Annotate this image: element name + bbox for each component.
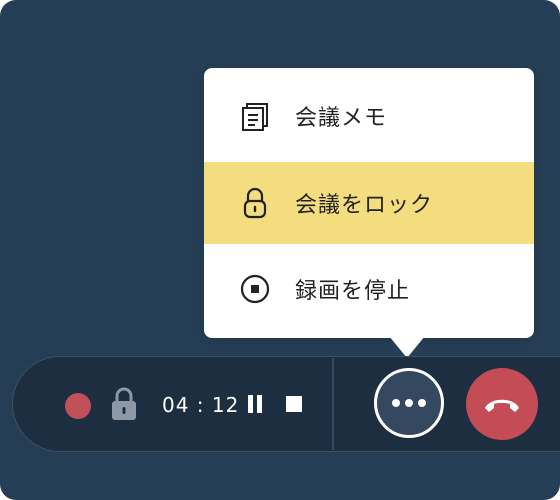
record-dot-icon [65, 393, 91, 419]
lock-icon [110, 386, 138, 422]
meeting-window: 会議メモ 会議をロック 録画を停止 04: 12 [0, 0, 560, 500]
pause-button[interactable] [243, 392, 267, 416]
stop-icon [286, 396, 302, 412]
menu-pointer [389, 336, 425, 358]
more-options-button[interactable] [374, 368, 444, 438]
more-options-menu: 会議メモ 会議をロック 録画を停止 [204, 68, 534, 338]
hang-up-icon [485, 399, 519, 412]
menu-item-meeting-notes[interactable]: 会議メモ [204, 76, 534, 156]
documents-icon [238, 99, 272, 133]
menu-item-label: 会議をロック [295, 193, 434, 218]
stop-button[interactable] [281, 392, 307, 418]
pause-icon [257, 395, 262, 413]
menu-item-label: 録画を停止 [295, 279, 411, 304]
more-icon [392, 399, 400, 407]
menu-item-label: 会議メモ [295, 106, 388, 131]
control-bar-divider [332, 358, 334, 450]
recording-timer: 04 : 12 [162, 393, 240, 417]
stop-record-icon [238, 272, 272, 306]
more-icon [418, 399, 426, 407]
menu-item-stop-recording[interactable]: 録画を停止 [204, 248, 534, 330]
pause-icon [248, 395, 253, 413]
more-icon [405, 399, 413, 407]
menu-item-lock-meeting[interactable]: 会議をロック [204, 162, 534, 244]
lock-icon [238, 186, 272, 220]
hang-up-button[interactable] [466, 368, 538, 440]
